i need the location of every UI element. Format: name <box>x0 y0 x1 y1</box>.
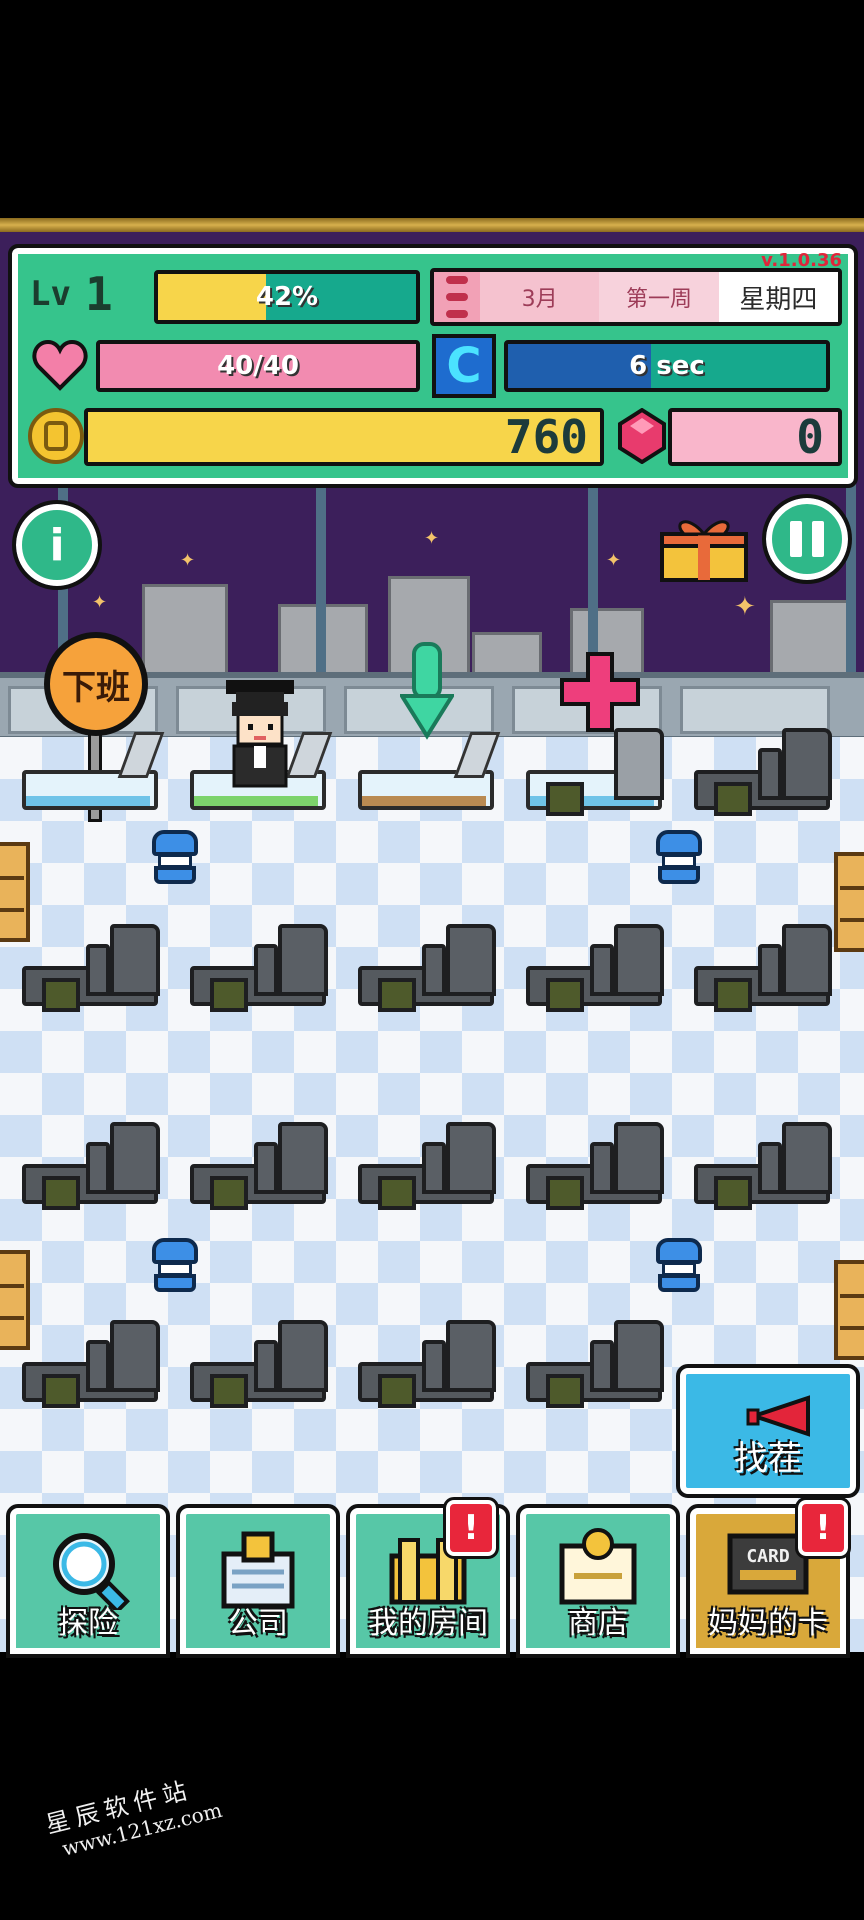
leave-work-sign[interactable]: 下班 <box>44 632 148 736</box>
find-difference-button[interactable]: 找茬 <box>676 1364 860 1498</box>
gift-icon[interactable] <box>658 512 750 584</box>
arrow-down-icon <box>400 642 454 740</box>
pause-icon <box>790 521 824 557</box>
nav-mom-card-label: 妈妈的卡 <box>708 1606 828 1641</box>
star-icon: ✦ <box>92 592 108 613</box>
status-hud: v.1.0.36 Lv 1 42% 3月 第一周 星期四 40/40 C 6 s… <box>8 244 858 488</box>
nav-company-button[interactable]: 公司 <box>176 1504 340 1658</box>
gem-bar[interactable]: 0 <box>668 408 842 466</box>
my-room-alert-badge: ! <box>443 1497 499 1559</box>
card-icon-text: CARD <box>746 1546 790 1567</box>
stool <box>150 830 200 888</box>
heart-icon <box>32 339 88 391</box>
hp-text: 40/40 <box>217 351 299 381</box>
bottom-nav: 探险 公司 我的房间 ! 商店 CARD 妈妈的卡 ! <box>0 1497 864 1658</box>
desk-empty[interactable] <box>694 918 834 1014</box>
calendar-week: 第一周 <box>599 272 719 322</box>
nav-shop-button[interactable]: 商店 <box>516 1504 680 1658</box>
nav-explore-label: 探险 <box>58 1606 118 1641</box>
bookshelf <box>834 852 864 952</box>
desk-empty[interactable] <box>190 1116 330 1212</box>
desk-empty[interactable] <box>694 722 834 818</box>
exp-text: 42% <box>255 282 319 312</box>
hp-bar: 40/40 <box>96 340 420 392</box>
level-display: Lv 1 <box>30 267 150 321</box>
find-difference-label: 找茬 <box>734 1439 802 1479</box>
nav-shop-label: 商店 <box>568 1606 628 1641</box>
calendar-month: 3月 <box>480 272 600 322</box>
pause-button[interactable] <box>762 494 852 584</box>
desk-empty[interactable] <box>22 918 162 1014</box>
desk-empty[interactable] <box>694 1116 834 1212</box>
coin-icon <box>28 408 84 464</box>
desk-empty[interactable] <box>358 918 498 1014</box>
bookshelf <box>834 1260 864 1360</box>
star-icon: ✦ <box>180 550 196 571</box>
desk-occupied[interactable] <box>22 722 165 818</box>
plus-icon[interactable] <box>560 652 640 732</box>
desk-empty[interactable] <box>526 1116 666 1212</box>
timer-text: 6 sec <box>629 351 705 381</box>
nav-company-label: 公司 <box>228 1606 288 1641</box>
desk-empty[interactable] <box>22 1314 162 1410</box>
nav-my-room-label: 我的房间 <box>368 1606 488 1641</box>
calendar-rings-icon <box>434 272 480 322</box>
nav-explore-button[interactable]: 探险 <box>6 1504 170 1658</box>
game-scene: ✦ ✦ ✦ ✦ ✦ v.1.0.36 Lv 1 42% 3月 第一周 星期四 4… <box>0 232 864 1652</box>
calendar-day: 星期四 <box>718 272 838 322</box>
desk-empty[interactable] <box>22 1116 162 1212</box>
desk-empty[interactable] <box>358 1116 498 1212</box>
star-icon: ✦ <box>734 592 756 622</box>
gold-bar: 760 <box>84 408 604 466</box>
desk-empty[interactable] <box>526 918 666 1014</box>
star-icon: ✦ <box>424 528 440 549</box>
stool <box>150 1238 200 1296</box>
gem-amount: 0 <box>796 410 824 464</box>
star-icon: ✦ <box>606 550 622 571</box>
clock-icon: C <box>432 334 496 398</box>
desk-occupied[interactable] <box>526 722 666 818</box>
desk-empty[interactable] <box>190 918 330 1014</box>
stool <box>654 830 704 888</box>
exp-bar: 42% <box>154 270 420 324</box>
info-button[interactable]: i <box>12 500 102 590</box>
info-icon: i <box>49 519 65 571</box>
watermark: 星辰软件站 www.121xz.com <box>41 1764 225 1863</box>
desk-empty[interactable] <box>190 1314 330 1410</box>
gold-amount: 760 <box>504 410 588 464</box>
level-number: 1 <box>84 267 113 321</box>
level-prefix: Lv <box>30 274 71 314</box>
mom-card-alert-badge: ! <box>795 1497 851 1559</box>
top-frame-bar <box>0 218 864 232</box>
desk-empty[interactable] <box>526 1314 666 1410</box>
stool <box>654 1238 704 1296</box>
desk-empty[interactable] <box>358 1314 498 1410</box>
player-character[interactable] <box>208 672 312 802</box>
timer-bar: 6 sec <box>504 340 830 392</box>
calendar[interactable]: 3月 第一周 星期四 <box>430 268 842 326</box>
gem-icon <box>618 408 666 464</box>
